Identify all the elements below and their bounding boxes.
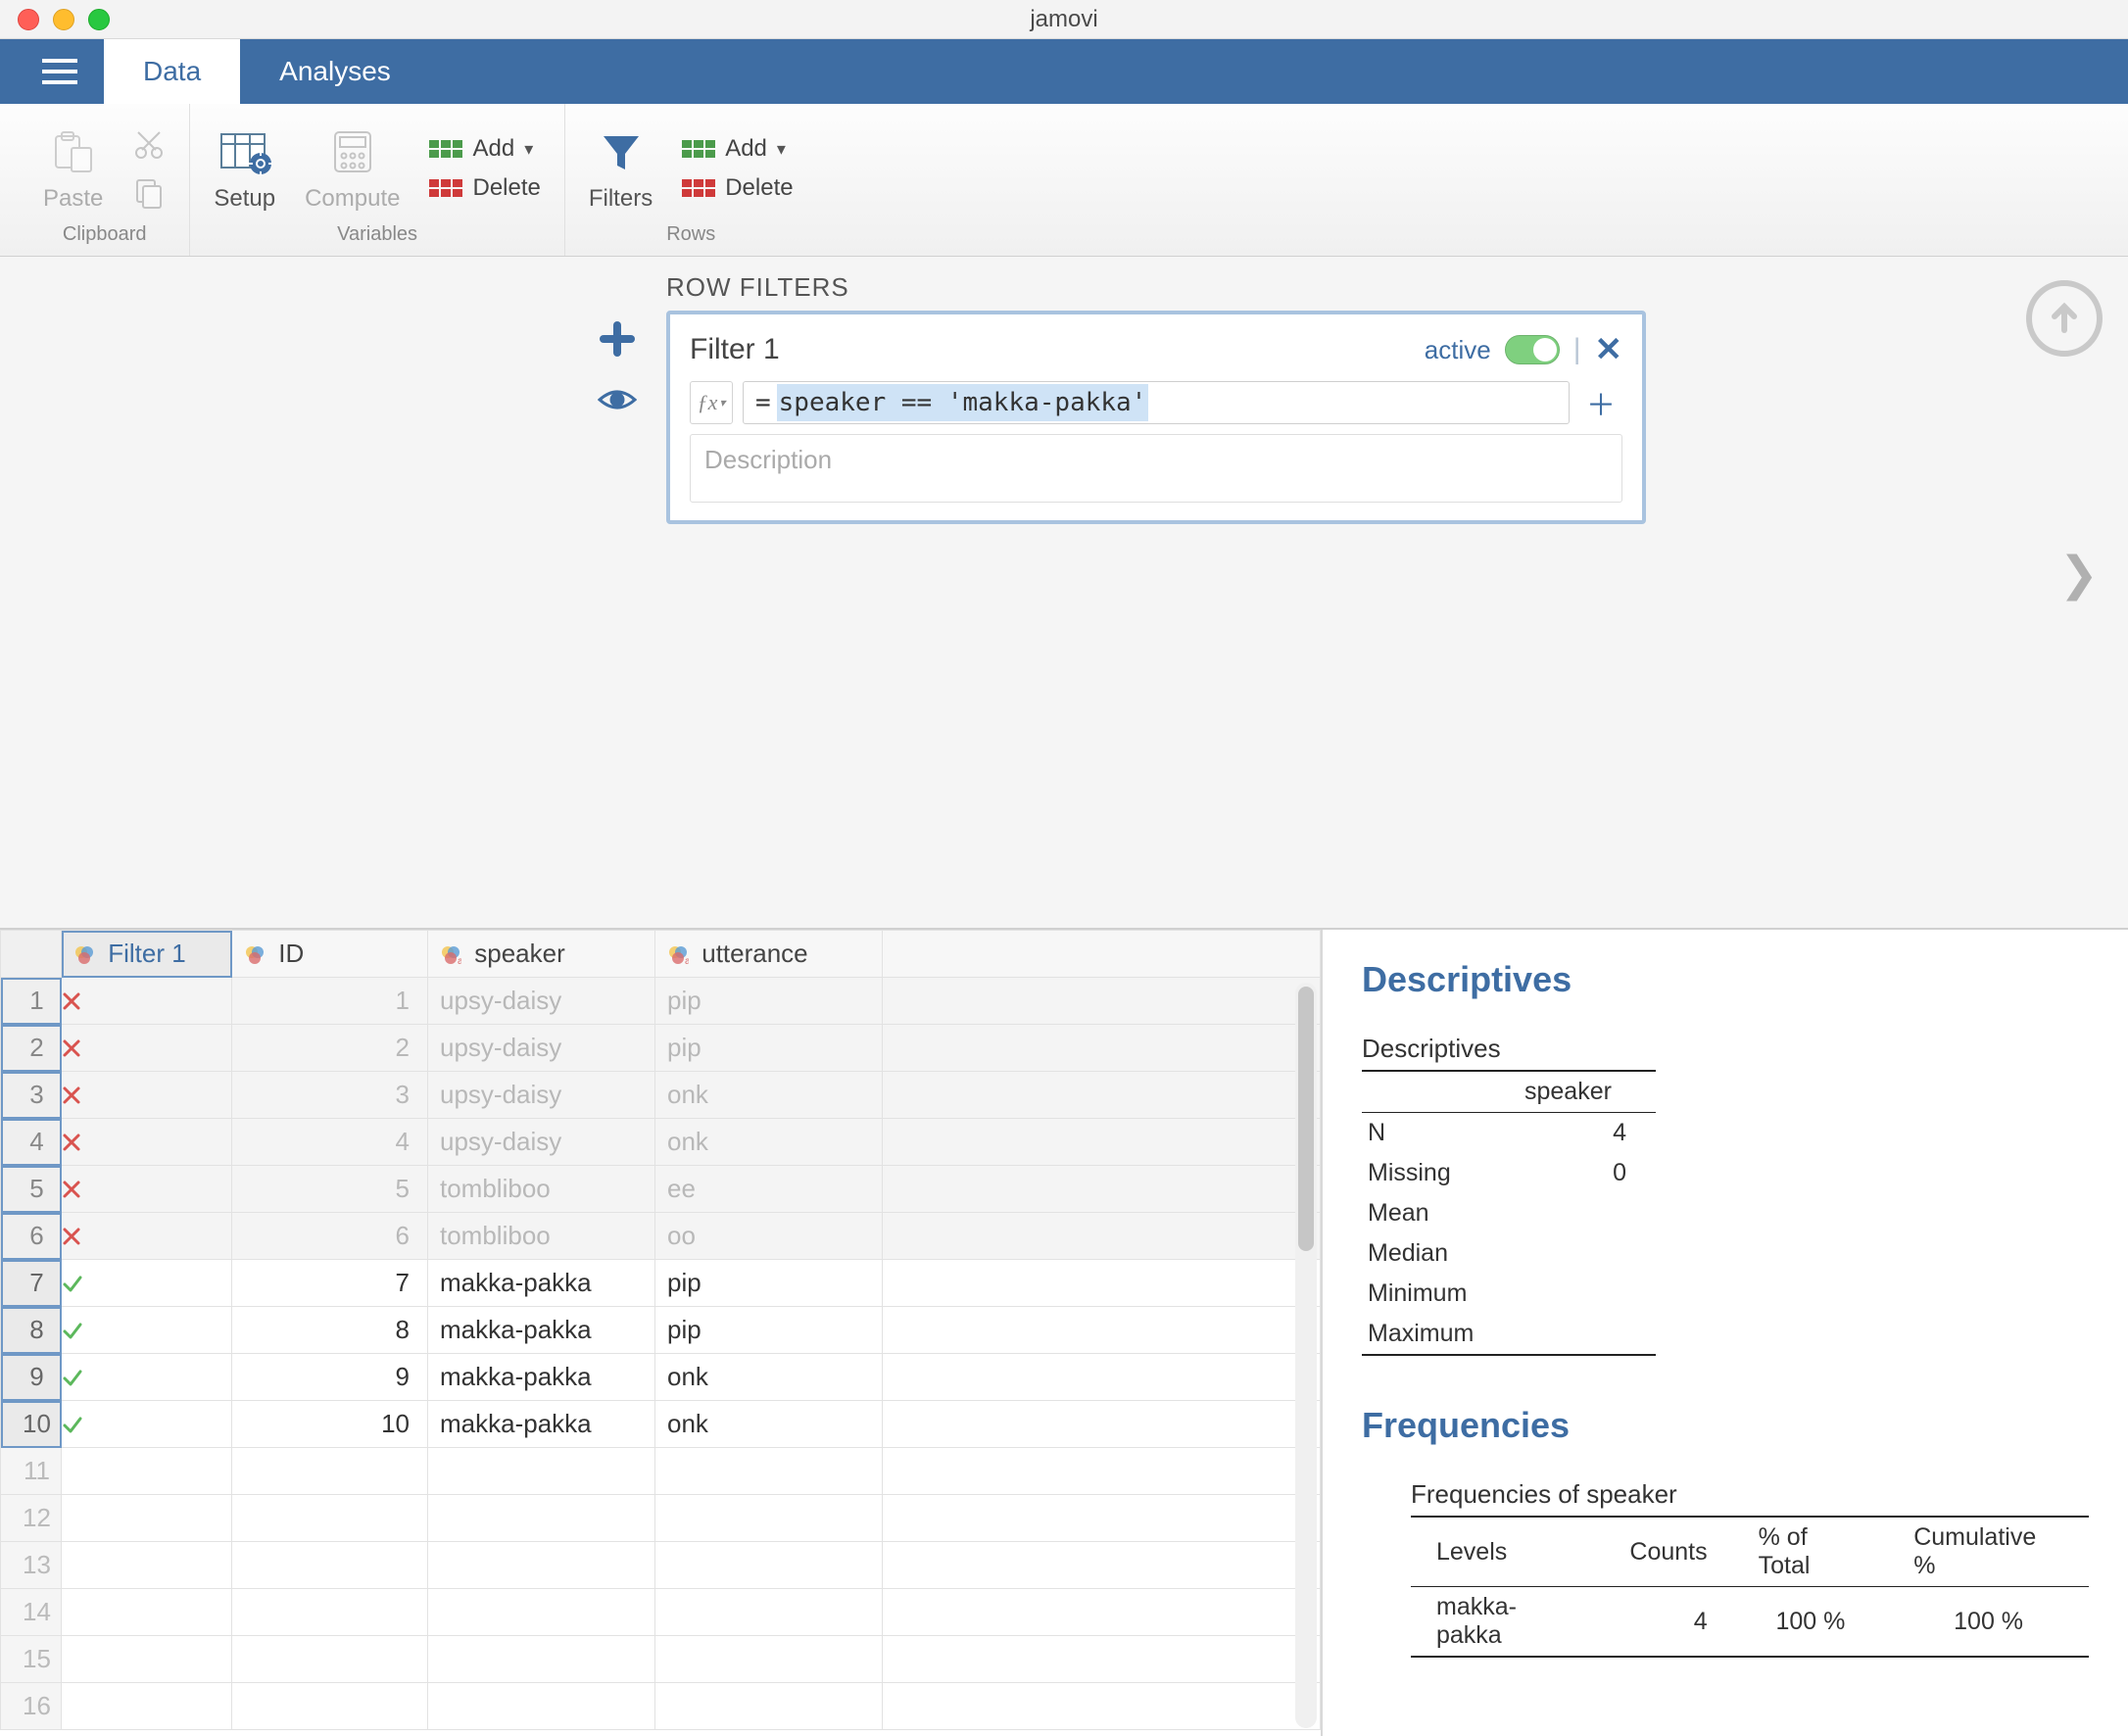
filter-active-label: active — [1425, 335, 1491, 365]
filter-status-icon — [62, 1213, 232, 1260]
cut-icon[interactable] — [132, 128, 166, 162]
window-title: jamovi — [0, 6, 2128, 33]
add-filter-icon[interactable] — [596, 317, 639, 361]
filter-status-icon — [62, 978, 232, 1025]
setup-button[interactable]: Setup — [214, 124, 275, 213]
table-row[interactable]: 33upsy-daisyonk — [1, 1072, 1321, 1119]
corner-cell[interactable] — [1, 931, 62, 978]
add-condition-icon[interactable]: ＋ — [1579, 381, 1622, 424]
ribbon-group-variables: Variables — [337, 223, 417, 252]
filter-status-icon — [62, 1354, 232, 1401]
filter-status-icon — [62, 1072, 232, 1119]
filter-status-icon — [62, 1166, 232, 1213]
filter-formula-input[interactable]: = speaker == 'makka-pakka' — [743, 381, 1570, 424]
copy-icon[interactable] — [132, 175, 166, 209]
svg-text:a: a — [458, 956, 461, 966]
table-row[interactable]: 11upsy-daisypip — [1, 978, 1321, 1025]
dropdown-caret-icon: ▾ — [524, 139, 533, 160]
main-tabbar: Data Analyses — [0, 39, 2128, 104]
vertical-scrollbar[interactable] — [1295, 983, 1317, 1728]
table-row[interactable]: 13 — [1, 1542, 1321, 1589]
grid-add-icon — [682, 140, 715, 158]
close-filter-icon[interactable]: ✕ — [1595, 330, 1623, 369]
row-filters-pane: ROW FILTERS Filter 1 active | ✕ — [0, 257, 2128, 928]
frequencies-subtitle: Frequencies of speaker — [1411, 1479, 2089, 1510]
column-header-filter[interactable]: Filter 1 — [62, 931, 232, 978]
table-row[interactable]: 66tombliboooo — [1, 1213, 1321, 1260]
grid-add-icon — [429, 140, 462, 158]
delete-variable-button[interactable]: Delete — [429, 174, 540, 202]
table-row[interactable]: 16 — [1, 1683, 1321, 1730]
compute-icon — [325, 124, 380, 179]
scroll-up-icon[interactable] — [2026, 280, 2103, 357]
filter-status-icon — [62, 1025, 232, 1072]
hamburger-menu-icon[interactable] — [16, 39, 104, 104]
spreadsheet[interactable]: Filter 1 ID a speaker a utterance — [0, 930, 1323, 1736]
table-row[interactable]: 44upsy-daisyonk — [1, 1119, 1321, 1166]
tab-data[interactable]: Data — [104, 39, 240, 104]
compute-button[interactable]: Compute — [305, 124, 400, 213]
filter-status-icon — [62, 1307, 232, 1354]
table-row[interactable]: 99makka-pakkaonk — [1, 1354, 1321, 1401]
filters-button[interactable]: Filters — [589, 124, 653, 213]
funnel-icon — [594, 124, 649, 179]
column-header-empty[interactable] — [883, 931, 1321, 978]
dropdown-caret-icon: ▾ — [777, 139, 786, 160]
frequencies-title: Frequencies — [1362, 1405, 2089, 1446]
delete-row-button[interactable]: Delete — [682, 174, 793, 202]
column-header-speaker[interactable]: a speaker — [428, 931, 655, 978]
setup-icon — [218, 124, 272, 179]
descriptives-title: Descriptives — [1362, 959, 2089, 1000]
add-variable-button[interactable]: Add ▾ — [429, 135, 540, 163]
fx-button[interactable]: ƒx▾ — [690, 381, 733, 424]
table-row[interactable]: 15 — [1, 1636, 1321, 1683]
grid-delete-icon — [429, 179, 462, 197]
row-filters-heading: ROW FILTERS — [588, 272, 1895, 303]
table-row[interactable]: 14 — [1, 1589, 1321, 1636]
ribbon-group-clipboard: Clipboard — [63, 223, 147, 252]
descriptives-subtitle: Descriptives — [1362, 1034, 2089, 1064]
tab-analyses[interactable]: Analyses — [240, 39, 430, 104]
table-row[interactable]: 77makka-pakkapip — [1, 1260, 1321, 1307]
filter-card: Filter 1 active | ✕ ƒx▾ = speaker == 'ma… — [666, 311, 1646, 524]
table-row[interactable]: 88makka-pakkapip — [1, 1307, 1321, 1354]
grid-delete-icon — [682, 179, 715, 197]
filter-description-input[interactable]: Description — [690, 434, 1622, 503]
ribbon-group-rows: Rows — [666, 223, 715, 252]
results-panel: Descriptives Descriptives speaker N4Miss… — [1323, 930, 2128, 1736]
column-header-utterance[interactable]: a utterance — [655, 931, 883, 978]
visibility-icon[interactable] — [596, 378, 639, 421]
filter-status-icon — [62, 1260, 232, 1307]
descriptives-table: speaker N4Missing0MeanMedianMinimumMaxim… — [1362, 1070, 1656, 1356]
table-row[interactable]: 1010makka-pakkaonk — [1, 1401, 1321, 1448]
collapse-pane-icon[interactable]: ❯ — [2059, 547, 2099, 602]
frequencies-table: Levels Counts % of Total Cumulative % ma… — [1411, 1516, 2089, 1658]
filter-active-toggle[interactable] — [1505, 335, 1560, 364]
column-header-id[interactable]: ID — [232, 931, 428, 978]
svg-text:a: a — [685, 956, 689, 966]
paste-icon — [46, 124, 101, 179]
add-row-button[interactable]: Add ▾ — [682, 135, 793, 163]
table-row[interactable]: 55tomblibooee — [1, 1166, 1321, 1213]
table-row[interactable]: 11 — [1, 1448, 1321, 1495]
filter-title: Filter 1 — [690, 333, 780, 366]
paste-button[interactable]: Paste — [43, 124, 103, 213]
filter-status-icon — [62, 1401, 232, 1448]
titlebar: jamovi — [0, 0, 2128, 39]
table-row[interactable]: 22upsy-daisypip — [1, 1025, 1321, 1072]
filter-status-icon — [62, 1119, 232, 1166]
ribbon: Paste Clipboard Setup Compute — [0, 104, 2128, 257]
table-row[interactable]: 12 — [1, 1495, 1321, 1542]
